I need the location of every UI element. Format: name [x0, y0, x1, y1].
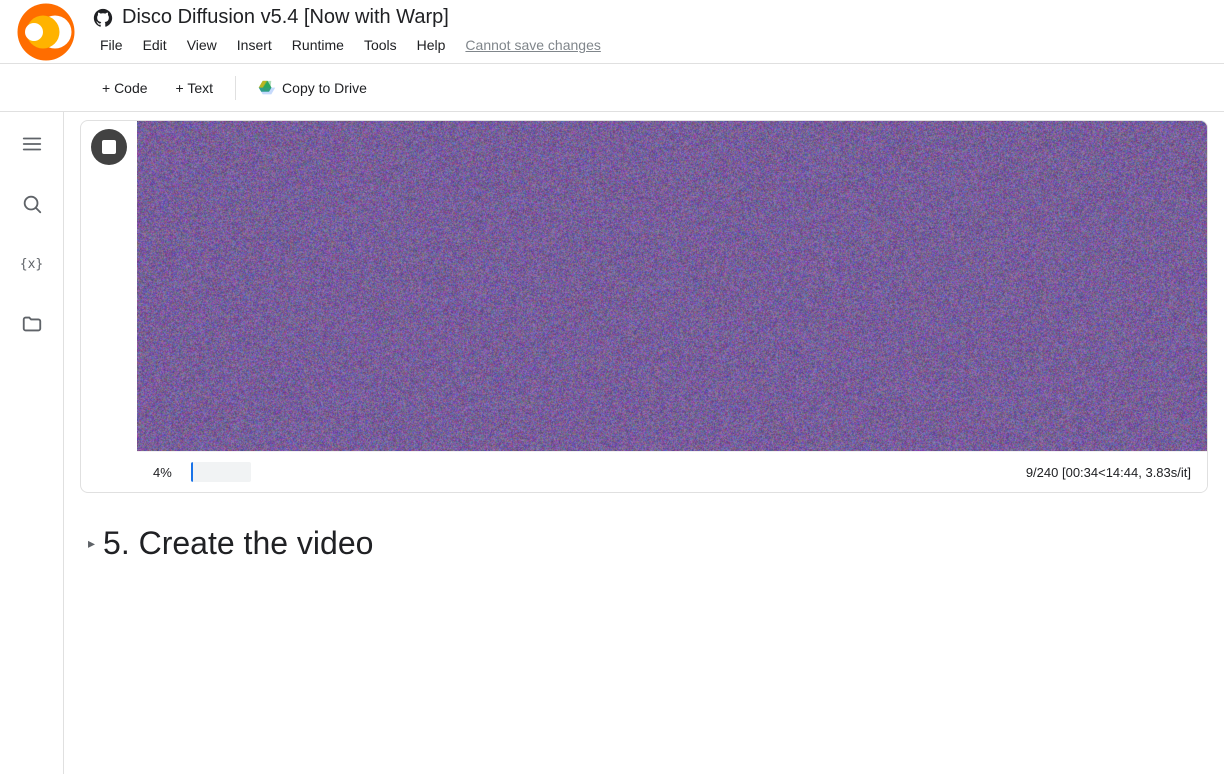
content-area: 4% 9/240 [00:34<14:44, 3.83s/it] ▸ 5. Cr…	[64, 112, 1224, 774]
menu-tools[interactable]: Tools	[356, 33, 405, 57]
variable-symbol: {x}	[20, 257, 43, 272]
main-layout: {x}	[0, 112, 1224, 774]
menu-edit[interactable]: Edit	[135, 33, 175, 57]
menu-help[interactable]: Help	[409, 33, 454, 57]
output-image	[137, 121, 1207, 451]
collapse-arrow[interactable]: ▸	[88, 535, 95, 552]
copy-to-drive-label: Copy to Drive	[282, 80, 367, 96]
notebook-title: Disco Diffusion v5.4 [Now with Warp]	[122, 6, 449, 29]
copy-to-drive-button[interactable]: Copy to Drive	[244, 73, 381, 103]
top-bar: Disco Diffusion v5.4 [Now with Warp] Fil…	[0, 0, 1224, 64]
drive-icon	[258, 79, 276, 97]
sidebar-search-icon[interactable]	[12, 184, 52, 224]
cell-wrapper: 4% 9/240 [00:34<14:44, 3.83s/it]	[81, 121, 1207, 492]
title-section: Disco Diffusion v5.4 [Now with Warp] Fil…	[92, 6, 601, 57]
github-icon	[92, 7, 114, 29]
left-sidebar: {x}	[0, 112, 64, 774]
sidebar-variables-icon[interactable]: {x}	[12, 244, 52, 284]
menu-view[interactable]: View	[179, 33, 225, 57]
progress-percent: 4%	[153, 465, 183, 480]
section-title: 5. Create the video	[103, 525, 373, 562]
progress-bar-fill	[191, 462, 193, 482]
toolbar: + Code + Text Copy to Drive	[0, 64, 1224, 112]
plus-code-label: + Code	[102, 80, 148, 96]
colab-logo	[16, 2, 76, 62]
sidebar-toc-icon[interactable]	[12, 124, 52, 164]
cell-gutter	[81, 121, 137, 492]
stop-execution-button[interactable]	[91, 129, 127, 165]
plus-text-label: + Text	[176, 80, 214, 96]
stop-icon	[102, 140, 116, 154]
running-cell: 4% 9/240 [00:34<14:44, 3.83s/it]	[80, 120, 1208, 493]
folder-icon	[21, 313, 43, 335]
toolbar-divider	[235, 76, 236, 100]
diffusion-output-canvas	[137, 121, 1207, 451]
section-heading: ▸ 5. Create the video	[64, 501, 1224, 570]
notebook-title-row: Disco Diffusion v5.4 [Now with Warp]	[92, 6, 601, 29]
progress-area: 4% 9/240 [00:34<14:44, 3.83s/it]	[137, 451, 1207, 492]
menu-file[interactable]: File	[92, 33, 131, 57]
cell-output: 4% 9/240 [00:34<14:44, 3.83s/it]	[137, 121, 1207, 492]
menu-bar: File Edit View Insert Runtime Tools Help…	[92, 33, 601, 57]
progress-bar-container	[191, 462, 251, 482]
cannot-save-label[interactable]: Cannot save changes	[465, 37, 600, 53]
add-code-button[interactable]: + Code	[88, 74, 162, 102]
list-icon	[21, 133, 43, 155]
menu-insert[interactable]: Insert	[229, 33, 280, 57]
search-icon	[21, 193, 43, 215]
menu-runtime[interactable]: Runtime	[284, 33, 352, 57]
progress-stats: 9/240 [00:34<14:44, 3.83s/it]	[1026, 465, 1191, 480]
add-text-button[interactable]: + Text	[162, 74, 228, 102]
sidebar-files-icon[interactable]	[12, 304, 52, 344]
